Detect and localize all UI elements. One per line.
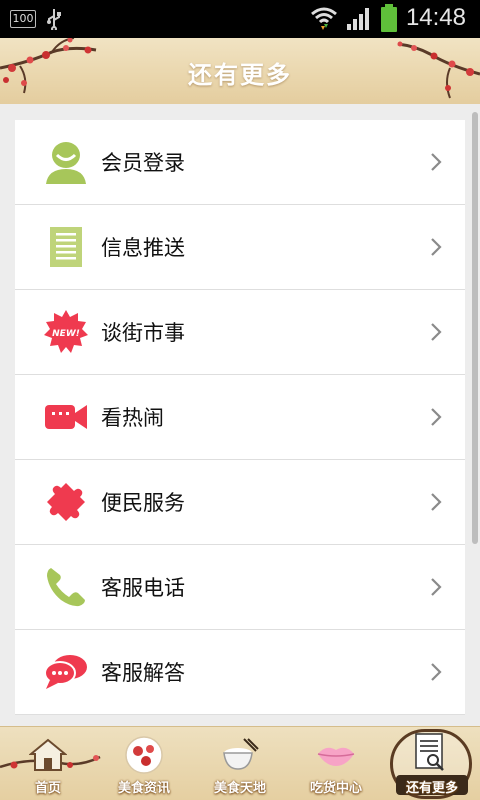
menu-item-service-answers[interactable]: 客服解答: [15, 630, 465, 715]
bottom-nav: 首页 美食资讯 美食天地 吃货中心 还有更多: [0, 726, 480, 800]
menu-item-label: 看热闹: [101, 406, 164, 430]
svg-text:NEW!: NEW!: [52, 329, 80, 339]
rice-bowl-icon: [223, 738, 259, 770]
menu-list: 会员登录 信息推送 NEW! 谈街市事 看热闹 便民服务 客服电话 客服解答: [15, 120, 465, 715]
chevron-right-icon: [431, 493, 442, 511]
chevron-right-icon: [431, 408, 442, 426]
usb-icon: [47, 9, 61, 30]
document-icon: [50, 227, 82, 267]
nav-label: 还有更多: [405, 781, 458, 796]
chevron-right-icon: [431, 578, 442, 596]
signal-icon: [346, 8, 369, 30]
nav-item-more[interactable]: 还有更多: [384, 727, 480, 800]
status-bar: 100 14:48: [0, 0, 480, 38]
menu-item-convenience-service[interactable]: 便民服务: [15, 460, 465, 545]
nav-label: 吃货中心: [309, 781, 362, 796]
wifi-icon: [310, 7, 337, 30]
chevron-right-icon: [431, 238, 442, 256]
new-badge-icon: NEW!: [44, 310, 88, 353]
video-camera-icon: [45, 405, 87, 429]
clock: 14:48: [405, 4, 466, 31]
battery-level-icon: 100: [10, 10, 36, 28]
user-icon: [46, 142, 86, 184]
scrollbar[interactable]: [472, 112, 478, 544]
phone-icon: [47, 568, 85, 607]
menu-item-street-talk[interactable]: NEW! 谈街市事: [15, 290, 465, 375]
nav-item-foodie-center[interactable]: 吃货中心: [288, 727, 384, 800]
chevron-right-icon: [431, 663, 442, 681]
menu-item-label: 便民服务: [101, 491, 185, 515]
chevron-right-icon: [431, 323, 442, 341]
nav-label: 首页: [34, 781, 61, 796]
food-plate-icon: [125, 736, 163, 774]
menu-item-label: 信息推送: [101, 236, 185, 260]
menu-item-service-phone[interactable]: 客服电话: [15, 545, 465, 630]
nav-label: 美食天地: [213, 781, 266, 796]
chevron-right-icon: [431, 153, 442, 171]
puzzle-icon: [47, 483, 85, 521]
menu-item-member-login[interactable]: 会员登录: [15, 120, 465, 205]
battery-icon: [380, 4, 397, 32]
menu-item-watch-fun[interactable]: 看热闹: [15, 375, 465, 460]
more-doc-icon: [415, 733, 444, 771]
nav-label: 美食资讯: [117, 781, 170, 796]
chat-bubble-icon: [44, 655, 87, 689]
nav-item-food-world[interactable]: 美食天地: [192, 727, 288, 800]
nav-item-home[interactable]: 首页: [0, 727, 96, 800]
page-title: 还有更多: [188, 61, 292, 89]
title-bar: 还有更多: [0, 38, 480, 104]
menu-item-label: 会员登录: [101, 151, 185, 175]
menu-item-label: 客服解答: [101, 661, 185, 685]
menu-item-label: 客服电话: [101, 576, 185, 600]
menu-item-label: 谈街市事: [101, 321, 185, 345]
lips-icon: [317, 747, 355, 766]
nav-item-food-news[interactable]: 美食资讯: [96, 727, 192, 800]
menu-item-info-push[interactable]: 信息推送: [15, 205, 465, 290]
home-icon: [29, 738, 67, 771]
